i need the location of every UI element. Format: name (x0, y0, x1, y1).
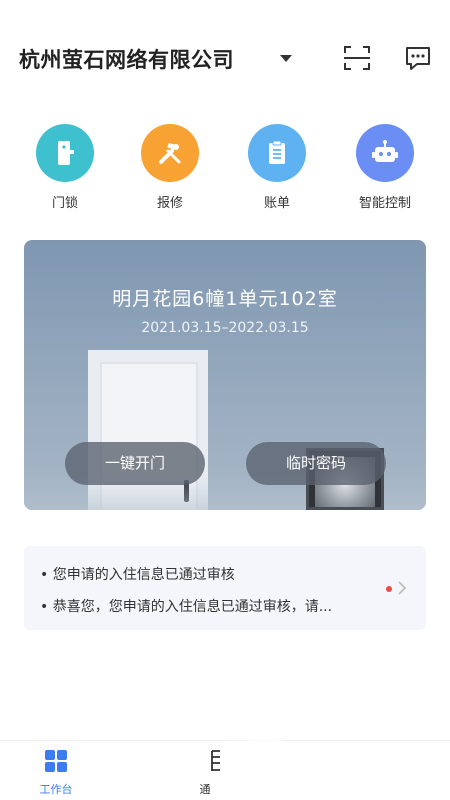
tab-label: 通 (199, 783, 211, 796)
tab-workbench[interactable]: 工作台 (26, 749, 86, 797)
caret-down-icon[interactable] (280, 55, 292, 62)
room-title: 明月花园6幢1单元102室 (112, 288, 338, 310)
shortcut-bill[interactable]: 账单 (232, 120, 322, 211)
tab-label: 工作台 (39, 783, 73, 796)
shortcut-smart-control[interactable]: 智能控制 (340, 120, 430, 211)
scan-icon[interactable] (343, 44, 371, 72)
notice-item: • 恭喜您，您申请的入住信息已通过审核，请... (40, 599, 333, 615)
chevron-right-icon[interactable] (397, 580, 407, 596)
shortcut-label: 账单 (263, 196, 290, 211)
shortcut-label: 报修 (156, 196, 183, 211)
shortcut-label: 门锁 (51, 196, 78, 211)
robot-icon (356, 124, 414, 182)
shortcut-label: 智能控制 (358, 196, 411, 211)
bill-icon (248, 124, 306, 182)
lease-dates: 2021.03.15–2022.03.15 (141, 320, 309, 336)
temp-password-button[interactable]: 临时密码 (246, 442, 386, 485)
notice-panel[interactable]: • 您申请的入住信息已通过审核 • 恭喜您，您申请的入住信息已通过审核，请... (24, 546, 426, 630)
company-name[interactable]: 杭州萤石网络有限公司 (19, 44, 234, 74)
door-lock-icon (36, 124, 94, 182)
unread-dot (386, 586, 392, 592)
grid-icon (45, 750, 67, 772)
notice-item: • 您申请的入住信息已通过审核 (40, 567, 235, 583)
unlock-button[interactable]: 一键开门 (65, 442, 205, 485)
repair-tools-icon (141, 124, 199, 182)
shortcut-repair[interactable]: 报修 (125, 120, 215, 211)
room-card: 明月花园6幢1单元102室 2021.03.15–2022.03.15 一键开门… (24, 240, 426, 510)
shortcut-door-lock[interactable]: 门锁 (20, 120, 110, 211)
chat-icon[interactable] (404, 44, 432, 72)
screen-glare (222, 740, 282, 800)
header: 杭州萤石网络有限公司 (0, 0, 450, 100)
shortcut-grid: 门锁 报修 账单 智能控制 (0, 120, 450, 220)
